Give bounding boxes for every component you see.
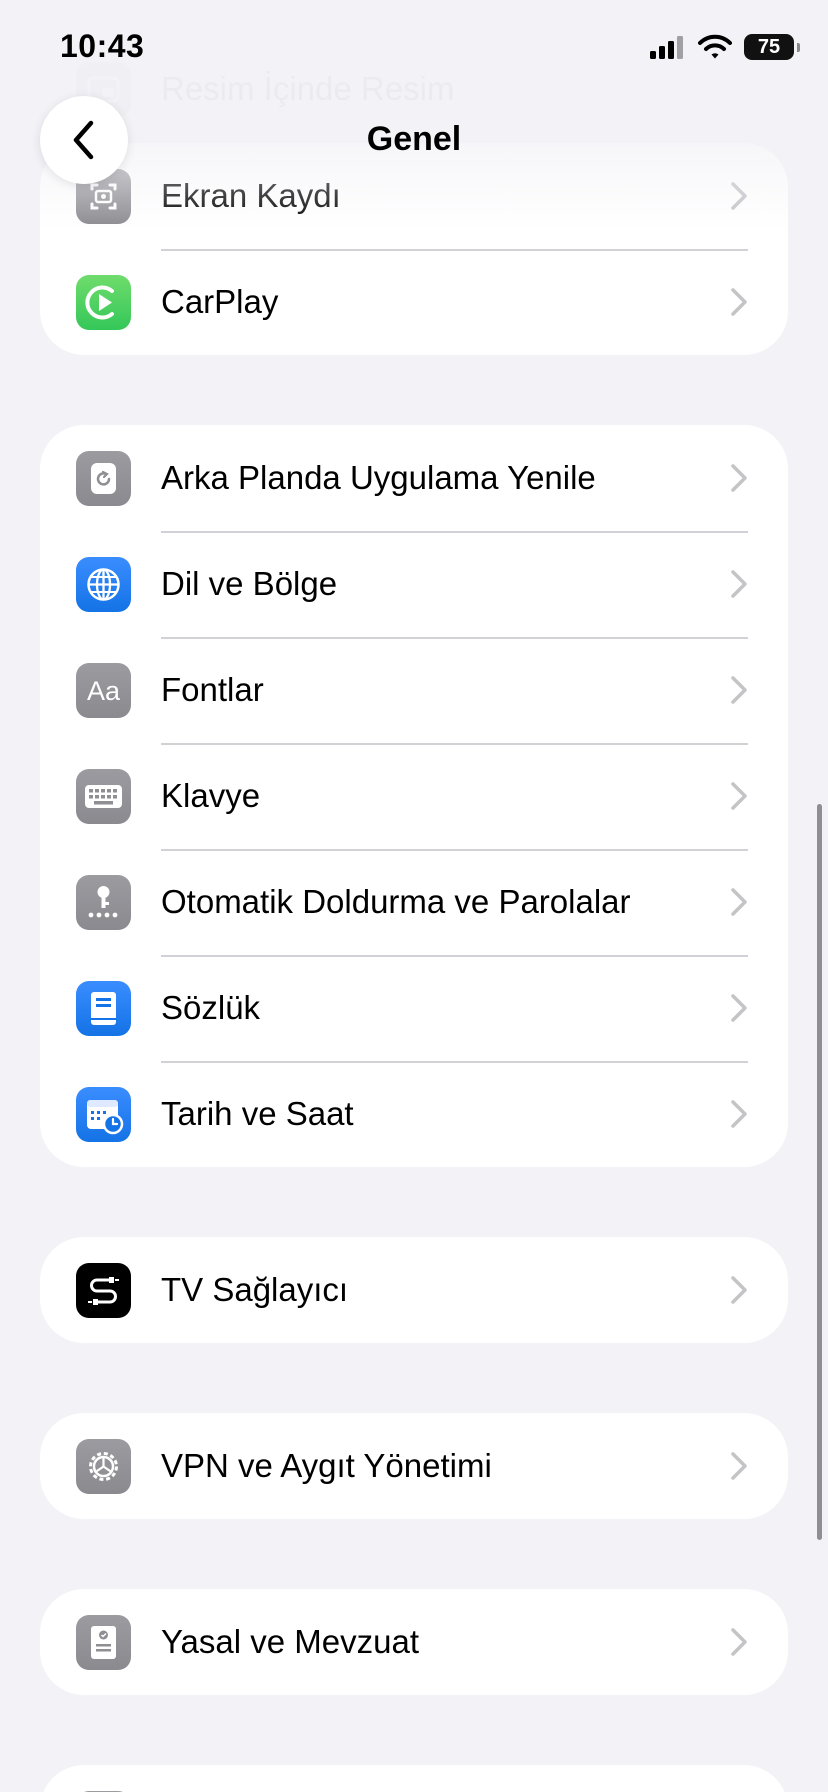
status-time: 10:43 (60, 28, 145, 64)
label-dictionary: Sözlük (161, 989, 261, 1026)
label-vpn-device-management: VPN ve Aygıt Yönetimi (161, 1447, 492, 1484)
settings-group-2: Arka Planda Uygulama Yenile Dil ve Bölge… (40, 425, 788, 1167)
legal-document-icon (76, 1614, 131, 1670)
row-vpn-device-management[interactable]: VPN ve Aygıt Yönetimi (40, 1413, 788, 1519)
row-language-region[interactable]: Dil ve Bölge (40, 531, 788, 637)
row-dictionary[interactable]: Sözlük (40, 955, 788, 1061)
cellular-signal-icon (650, 36, 683, 59)
label-language-region: Dil ve Bölge (161, 565, 338, 602)
dictionary-icon (76, 980, 131, 1036)
chevron-right-icon (731, 288, 747, 316)
row-next-partial[interactable] (40, 1765, 788, 1792)
chevron-right-icon (731, 782, 747, 810)
label-autofill-passwords: Otomatik Doldurma ve Parolalar (161, 883, 631, 920)
chevron-right-icon (731, 182, 747, 210)
label-legal-regulatory: Yasal ve Mevzuat (161, 1623, 420, 1660)
status-icons: 75 (650, 34, 800, 60)
chevron-right-icon (731, 1452, 747, 1480)
chevron-right-icon (731, 676, 747, 704)
key-icon (76, 874, 131, 930)
gear-icon (76, 1438, 131, 1494)
row-legal-regulatory[interactable]: Yasal ve Mevzuat (40, 1589, 788, 1695)
label-screen-recording: Ekran Kaydı (161, 177, 341, 214)
battery-level: 75 (757, 35, 781, 58)
keyboard-icon (76, 768, 131, 824)
svg-text:Aa: Aa (87, 676, 121, 706)
chevron-right-icon (731, 1628, 747, 1656)
settings-group-1: Ekran Kaydı CarPlay (40, 143, 788, 355)
chevron-right-icon (731, 1100, 747, 1128)
battery-indicator: 75 (744, 34, 800, 60)
chevron-right-icon (731, 464, 747, 492)
label-fonts: Fontlar (161, 671, 264, 708)
row-keyboard[interactable]: Klavye (40, 743, 788, 849)
label-carplay: CarPlay (161, 283, 279, 320)
label-background-app-refresh: Arka Planda Uygulama Yenile (161, 459, 596, 496)
settings-group-next-partial (40, 1765, 788, 1792)
wifi-icon (698, 34, 732, 59)
calendar-clock-icon (76, 1086, 131, 1142)
pip-label: Resim İçinde Resim (161, 70, 455, 107)
settings-group-5: Yasal ve Mevzuat (40, 1589, 788, 1695)
row-carplay[interactable]: CarPlay (40, 249, 788, 355)
fonts-icon: Aa (76, 662, 131, 718)
background-refresh-icon (76, 450, 131, 506)
row-date-time[interactable]: Tarih ve Saat (40, 1061, 788, 1167)
row-tv-provider[interactable]: TV Sağlayıcı (40, 1237, 788, 1343)
settings-group-3: TV Sağlayıcı (40, 1237, 788, 1343)
tv-provider-icon (76, 1262, 131, 1318)
chevron-right-icon (731, 1276, 747, 1304)
label-tv-provider: TV Sağlayıcı (161, 1271, 349, 1308)
settings-group-4: VPN ve Aygıt Yönetimi (40, 1413, 788, 1519)
label-date-time: Tarih ve Saat (161, 1095, 354, 1132)
page-title: Genel (366, 120, 462, 158)
row-autofill-passwords[interactable]: Otomatik Doldurma ve Parolalar (40, 849, 788, 955)
chevron-right-icon (731, 570, 747, 598)
scroll-indicator[interactable] (817, 804, 822, 1540)
carplay-icon (76, 274, 131, 330)
settings-screen: Resim İçinde Resim Ekran Kaydı CarPlay A… (0, 0, 828, 1792)
label-keyboard: Klavye (161, 777, 261, 814)
chevron-right-icon (731, 888, 747, 916)
row-fonts[interactable]: Aa Fontlar (40, 637, 788, 743)
globe-icon (76, 556, 131, 612)
chevron-right-icon (731, 994, 747, 1022)
row-background-app-refresh[interactable]: Arka Planda Uygulama Yenile (40, 425, 788, 531)
